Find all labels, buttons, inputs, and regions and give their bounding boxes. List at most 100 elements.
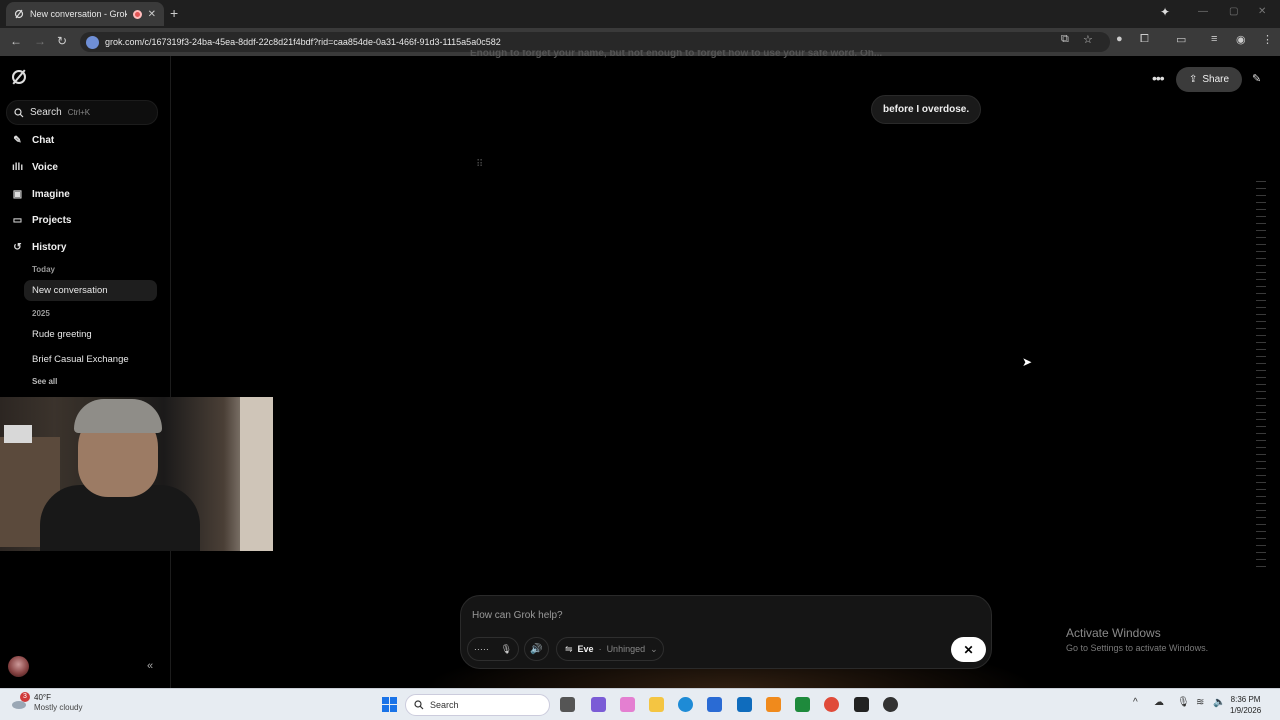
sidebar-search[interactable]: Search Ctrl+K: [6, 100, 158, 125]
grok-favicon-icon: [14, 9, 24, 19]
system-clock[interactable]: 8:36 PM 1/9/2026: [1230, 694, 1261, 716]
site-info-icon[interactable]: [86, 35, 99, 49]
share-button[interactable]: ⇪ Share: [1176, 67, 1242, 92]
webcam-background-wall: [240, 397, 273, 551]
recording-icon: [132, 9, 142, 19]
faded-previous-message: Enough to forget your name, but not enou…: [470, 50, 883, 59]
close-icon: ✕: [963, 642, 974, 657]
user-avatar[interactable]: [8, 656, 29, 677]
cast-icon[interactable]: ▭: [1176, 33, 1186, 46]
epic-games-icon[interactable]: [854, 697, 869, 712]
address-bar[interactable]: grok.com/c/167319f3-24ba-45ea-8ddf-22c8d…: [80, 32, 1110, 52]
history-icon: ↺: [13, 242, 22, 253]
tray-mic-icon[interactable]: 🎙: [1177, 697, 1190, 708]
tab-close-icon[interactable]: ✕: [148, 9, 156, 20]
windows-start-icon[interactable]: [382, 697, 397, 712]
file-explorer-icon[interactable]: [649, 697, 664, 712]
sidebar-item-label: Chat: [32, 135, 55, 146]
new-chat-icon[interactable]: ✎: [1252, 72, 1261, 85]
grok-logo-icon[interactable]: [12, 70, 26, 84]
chat-input[interactable]: How can Grok help?: [472, 610, 563, 621]
obs-icon[interactable]: [883, 697, 898, 712]
persona-selector[interactable]: ⇋ Eve · Unhinged ⌄: [556, 637, 664, 661]
wifi-icon[interactable]: ≋: [1196, 697, 1204, 708]
tray-chevron-icon[interactable]: ^: [1133, 697, 1138, 708]
weather-condition: Mostly cloudy: [34, 703, 83, 712]
restore-icon[interactable]: ▢: [1229, 6, 1238, 17]
audio-level-icon: ·····: [473, 644, 489, 654]
user-message-bubble: before I overdose.: [871, 95, 982, 124]
chevron-down-icon: ⌄: [650, 643, 658, 654]
sidebar-item-projects[interactable]: ▭ Projects: [12, 215, 72, 226]
webcam-background-object: [4, 425, 32, 443]
window-close-icon[interactable]: ✕: [1258, 6, 1266, 17]
collapse-sidebar-icon[interactable]: «: [147, 660, 153, 672]
sidebar-item-voice[interactable]: ıllı Voice: [12, 162, 58, 173]
loading-dots-icon: ⠿: [476, 159, 484, 170]
install-app-icon[interactable]: ⧉: [1061, 33, 1069, 46]
history-group-today: Today: [32, 265, 55, 274]
sidebar-item-label: History: [32, 242, 67, 253]
see-all-link[interactable]: See all: [32, 377, 57, 386]
sidebar-item-chat[interactable]: ✎ Chat: [12, 135, 54, 146]
conversation-scroll-track[interactable]: [1256, 175, 1266, 570]
bookmark-star-icon[interactable]: ☆: [1083, 33, 1093, 46]
microphone-icon[interactable]: 🎙: [501, 644, 512, 655]
speaker-button[interactable]: 🔊: [524, 637, 549, 661]
history-item[interactable]: Rude greeting: [24, 324, 157, 345]
extension-color-icon[interactable]: ●: [1116, 33, 1123, 45]
taskbar-search[interactable]: Search: [405, 694, 550, 716]
vlc-icon[interactable]: [766, 697, 781, 712]
chrome-icon[interactable]: [824, 697, 839, 712]
outlook-icon[interactable]: [737, 697, 752, 712]
browser-menu-icon[interactable]: ⋮: [1262, 33, 1273, 46]
task-view-icon[interactable]: [560, 697, 575, 712]
volume-icon[interactable]: 🔈: [1213, 697, 1225, 708]
edge-icon[interactable]: [678, 697, 693, 712]
clock-time: 8:36 PM: [1230, 695, 1261, 704]
chat-edit-icon: ✎: [13, 135, 22, 146]
copilot-icon[interactable]: [620, 697, 635, 712]
weather-widget[interactable]: 3 40°F Mostly cloudy: [10, 692, 83, 713]
forward-icon[interactable]: →: [34, 34, 46, 48]
sliders-icon: ⇋: [565, 643, 573, 654]
reading-list-icon[interactable]: ≡: [1211, 33, 1217, 45]
watermark-subtitle: Go to Settings to activate Windows.: [1066, 643, 1209, 653]
history-group-year: 2025: [32, 309, 50, 318]
sidebar-item-imagine[interactable]: ▣ Imagine: [12, 189, 70, 200]
sidebar-item-history[interactable]: ↺ History: [12, 242, 66, 253]
discord-icon[interactable]: [591, 697, 606, 712]
watermark-title: Activate Windows: [1066, 626, 1161, 640]
windows-taskbar: 3 40°F Mostly cloudy Search ^ ☁ 🎙 ≋ 🔈 8:…: [0, 688, 1280, 720]
share-icon: ⇪: [1188, 74, 1198, 85]
search-icon: [414, 700, 424, 710]
voice-controls[interactable]: ····· 🎙: [467, 637, 519, 661]
profile-icon[interactable]: ◉: [1236, 33, 1246, 46]
reload-icon[interactable]: ↻: [57, 34, 67, 48]
tab-title: New conversation - Grok: [30, 9, 127, 19]
mouse-cursor-icon: ➤: [1022, 355, 1033, 369]
screen: New conversation - Grok ✕ + ✦ — ▢ ✕ ← → …: [0, 0, 1280, 720]
history-item[interactable]: Brief Casual Exchange: [24, 349, 157, 370]
persona-name: Eve: [577, 644, 594, 654]
browser-tab[interactable]: New conversation - Grok ✕: [6, 2, 164, 26]
xbox-icon[interactable]: [795, 697, 810, 712]
stop-voice-button[interactable]: ✕: [951, 637, 986, 662]
extensions-icon[interactable]: ⧠: [1140, 33, 1149, 46]
history-item-active[interactable]: New conversation: [24, 280, 157, 301]
persona-mode: Unhinged: [606, 644, 646, 654]
url-text: grok.com/c/167319f3-24ba-45ea-8ddf-22c8d…: [105, 37, 501, 47]
back-icon[interactable]: ←: [10, 34, 22, 48]
minimize-icon[interactable]: —: [1198, 6, 1208, 17]
new-tab-icon[interactable]: +: [170, 5, 178, 21]
store-icon[interactable]: [707, 697, 722, 712]
gemini-icon[interactable]: ✦: [1160, 5, 1170, 19]
weather-temp: 40°F: [34, 693, 51, 702]
search-label: Search: [30, 107, 62, 118]
more-options-icon[interactable]: •••: [1152, 70, 1165, 86]
sidebar-item-label: Projects: [32, 215, 72, 226]
webcam-person-cap: [74, 399, 162, 433]
search-shortcut: Ctrl+K: [67, 108, 91, 117]
tray-app-icon[interactable]: ☁: [1154, 697, 1164, 708]
speaker-icon: 🔊: [530, 643, 543, 655]
